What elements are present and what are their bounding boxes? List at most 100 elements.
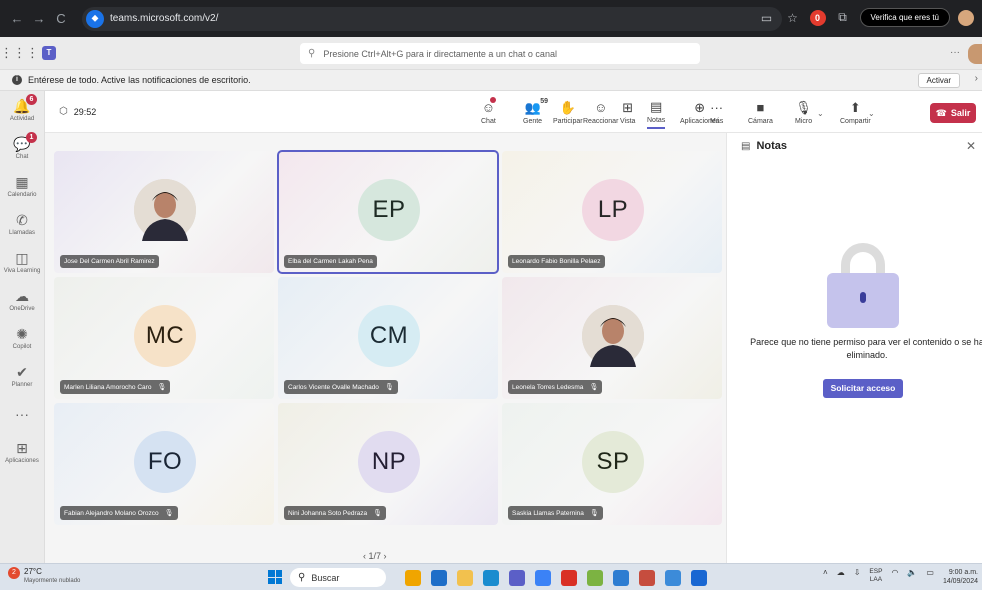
back-icon[interactable]: ← — [6, 11, 28, 26]
profile-avatar[interactable] — [958, 9, 974, 26]
lock-icon — [827, 243, 899, 328]
toolbar-ms-button[interactable]: ··· Más — [710, 95, 723, 129]
notes-icon: ▤ — [650, 98, 663, 114]
clock[interactable]: 9:00 a.m. 14/09/2024 — [943, 568, 978, 586]
participant-tile[interactable]: CM Carlos Vicente Ovalle Machado 🎙 — [278, 277, 498, 399]
address-bar[interactable]: ⬥ teams.microsoft.com/v2/ — [82, 6, 782, 31]
close-icon[interactable]: ✕ — [966, 139, 976, 153]
camera-off-icon: ■ — [756, 99, 765, 115]
video-stage: ‹ 1/7 › Jose Del Carmen Abril Ramirez EP E… — [45, 133, 726, 563]
chevron-up-icon[interactable]: ˄ — [823, 568, 828, 577]
rail-item-llamadas[interactable]: ✆ Llamadas — [0, 205, 44, 243]
verify-button[interactable]: Verifica que eres tú — [859, 8, 950, 27]
mic-options-chevron-icon[interactable]: ⌄ — [868, 109, 875, 118]
cast-icon[interactable]: ▭ — [758, 11, 776, 25]
toolbar-label: Notas — [647, 116, 666, 124]
store-app-icon[interactable] — [535, 570, 551, 586]
notification-badge: 6 — [26, 94, 37, 105]
toolbar-compartir-button[interactable]: ⬆ Compartir — [840, 95, 871, 129]
toolbar-cmara-button[interactable]: ■ Cámara — [748, 95, 773, 129]
notes-icon: ▤ — [741, 140, 751, 152]
chrome-app-icon[interactable] — [665, 570, 681, 586]
participant-name: Leonardo Fabio Bonilla Pelaez — [512, 258, 601, 265]
toolbar-micro-button[interactable]: 🎙 Micro — [795, 95, 812, 129]
reload-icon[interactable]: C — [50, 11, 72, 26]
windows-start-icon[interactable] — [268, 570, 282, 584]
cloud-icon[interactable]: ☁ — [837, 568, 845, 577]
toolbar-label: Chat — [481, 117, 496, 125]
app-launcher-icon[interactable]: ⋮⋮⋮ — [0, 45, 39, 61]
participant-tile[interactable]: SP Saskia Llamas Paternina 🎙 — [502, 403, 722, 525]
participant-tile[interactable]: FO Fabian Alejandro Molano Orozco 🎙 — [54, 403, 274, 525]
battery-icon[interactable]: ▭ — [926, 568, 934, 577]
rail-item-aplicaciones[interactable]: ⊞ Aplicaciones — [0, 433, 44, 471]
participant-name-label: Nini Johanna Soto Pedraza 🎙 — [284, 506, 387, 520]
rail-item-label: Viva Learning — [3, 268, 41, 274]
participant-name-label: Elba del Carmen Lakah Pena — [284, 255, 377, 268]
more-options-icon[interactable]: ··· — [950, 47, 960, 58]
participant-name-label: Leonardo Fabio Bonilla Pelaez — [508, 255, 605, 268]
puzzle-icon[interactable]: ⧉ — [834, 10, 852, 25]
toolbar-participar-button[interactable]: ✋ Participar — [553, 95, 583, 129]
rail-item-more[interactable]: ··· — [0, 395, 44, 433]
request-access-button[interactable]: Solicitar acceso — [823, 379, 903, 398]
more-icon: ··· — [710, 99, 724, 115]
participant-initials-avatar: LP — [582, 179, 644, 241]
toolbar-chat-button[interactable]: ☺ Chat — [481, 95, 496, 129]
search-icon: ⚲ — [298, 572, 306, 583]
search-input[interactable]: ⚲ Presione Ctrl+Alt+G para ir directamen… — [300, 43, 700, 64]
toolbar-gente-button[interactable]: 👥 Gente 59 — [523, 95, 548, 129]
language-indicator[interactable]: ESP LAA — [869, 568, 882, 584]
toolbar-reaccionar-button[interactable]: ☺ Reaccionar — [583, 95, 618, 129]
mic-off-icon: 🎙 — [589, 510, 599, 517]
meeting-toolbar: ⬡ 29:52 ☎ Salir ☺ Chat 👥 Gente 59 ✋ Participar… — [45, 91, 982, 133]
chat-app-icon[interactable] — [613, 570, 629, 586]
unread-dot — [489, 97, 496, 103]
rail-item-onedrive[interactable]: ☁ OneDrive — [0, 281, 44, 319]
participant-tile[interactable]: Leonela Torres Ledesma 🎙 — [502, 277, 722, 399]
edge-app-icon[interactable] — [483, 570, 499, 586]
site-info-icon[interactable]: ⬥ — [86, 9, 104, 28]
user-avatar[interactable] — [968, 44, 982, 64]
participant-tile[interactable]: MC Marlen Liliana Amorocho Caro 🎙 — [54, 277, 274, 399]
folder-app-icon[interactable] — [457, 570, 473, 586]
leave-button[interactable]: ☎ Salir — [930, 103, 976, 123]
rail-item-planner[interactable]: ✔ Planner — [0, 357, 44, 395]
taskbar-search[interactable]: ⚲ Buscar — [290, 568, 386, 587]
lang-code: ESP — [869, 568, 883, 575]
usb-icon[interactable]: ⇩ — [854, 568, 861, 577]
rail-item-copilot[interactable]: ✺ Copilot — [0, 319, 44, 357]
weather-widget[interactable]: 2 27°C Mayormente nublado — [8, 567, 80, 585]
participant-tile[interactable]: NP Nini Johanna Soto Pedraza 🎙 — [278, 403, 498, 525]
star-icon[interactable]: ☆ — [784, 11, 802, 25]
toolbar-notas-button[interactable]: ▤ Notas — [647, 95, 666, 129]
browser-toolbar: ← → C ⬥ teams.microsoft.com/v2/ ▭ ☆ 0 ⧉ … — [0, 0, 982, 37]
forward-icon[interactable]: → — [28, 11, 50, 26]
clock-date: 14/09/2024 — [942, 578, 978, 585]
chevron-right-icon[interactable]: › — [975, 73, 978, 84]
camera-options-chevron-icon[interactable]: ⌄ — [817, 109, 824, 118]
wifi-icon[interactable]: ◠ — [891, 568, 898, 577]
rail-item-calendario[interactable]: ▦ Calendario — [0, 167, 44, 205]
files-app-icon[interactable] — [431, 570, 447, 586]
volume-icon[interactable]: 🔈 — [907, 568, 917, 577]
pagination[interactable]: ‹ 1/7 › — [363, 551, 387, 561]
photos-app-icon[interactable] — [405, 570, 421, 586]
participant-tile[interactable]: LP Leonardo Fabio Bonilla Pelaez — [502, 151, 722, 273]
clock-time: 9:00 a.m. — [948, 569, 978, 576]
outlook-app-icon[interactable] — [639, 570, 655, 586]
info-icon: i — [12, 75, 22, 85]
participant-tile[interactable]: Jose Del Carmen Abril Ramirez — [54, 151, 274, 273]
toolbar-vista-button[interactable]: ⊞ Vista — [620, 95, 635, 129]
participant-tile[interactable]: EP Elba del Carmen Lakah Pena — [277, 150, 499, 274]
participant-name: Elba del Carmen Lakah Pena — [288, 258, 373, 265]
rail-item-actividad[interactable]: 🔔 Actividad 6 — [0, 91, 44, 129]
calendar-app-icon[interactable] — [691, 570, 707, 586]
maps-app-icon[interactable] — [587, 570, 603, 586]
teams-app-icon[interactable] — [509, 570, 525, 586]
extension-icon[interactable]: 0 — [809, 9, 826, 26]
gmail-app-icon[interactable] — [561, 570, 577, 586]
activate-button[interactable]: Activar — [917, 73, 960, 88]
rail-item-viva-learning[interactable]: ◫ Viva Learning — [0, 243, 44, 281]
rail-item-chat[interactable]: 💬 Chat 1 — [0, 129, 44, 167]
